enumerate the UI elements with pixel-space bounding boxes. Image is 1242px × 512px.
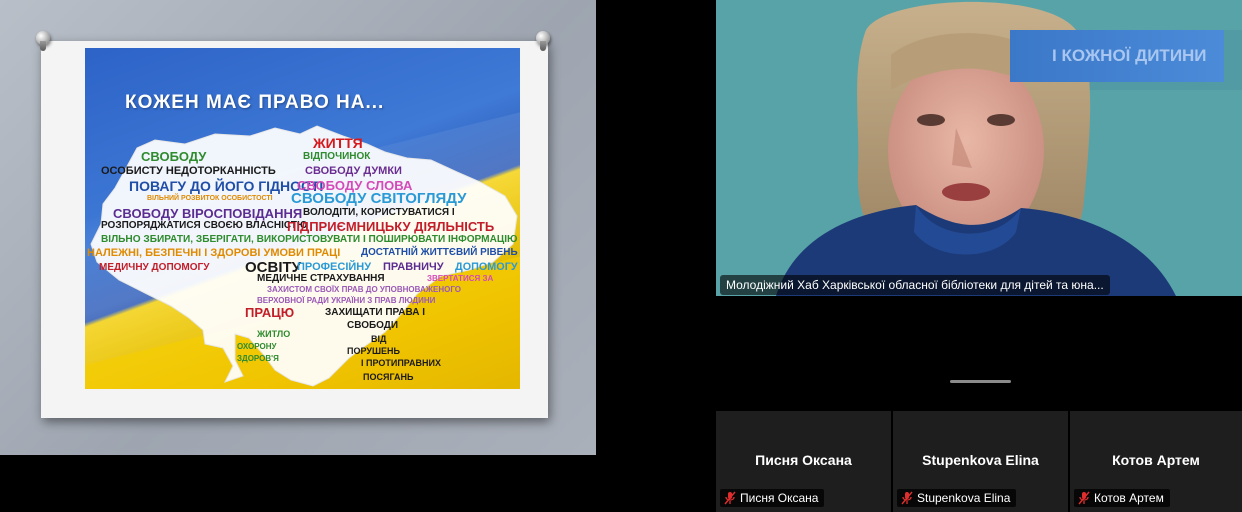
active-speaker-video[interactable]: І КОЖНОЇ ДИТИНИ (716, 0, 1242, 296)
participant-tile[interactable]: Писня Оксана Писня Оксана (716, 411, 891, 512)
participant-name: Stupenkova Elina (922, 452, 1039, 468)
pushpin-icon (36, 31, 50, 51)
poster-word: І ПРОТИПРАВНИХ (361, 358, 441, 368)
poster-word: ВОЛОДІТИ, КОРИСТУВАТИСЯ І (303, 207, 455, 218)
poster-word: ПРАВНИЧУ (383, 261, 444, 273)
poster-word: ЖИТЛО (257, 329, 291, 339)
participant-tile[interactable]: Stupenkova Elina Stupenkova Elina (893, 411, 1068, 512)
participant-name: Котов Артем (1112, 452, 1200, 468)
participant-label-text: Котов Артем (1094, 491, 1164, 505)
poster-word: ВІД (371, 334, 387, 344)
background-banner: І КОЖНОЇ ДИТИНИ (1010, 30, 1224, 82)
poster-word: НАЛЕЖНІ, БЕЗПЕЧНІ І ЗДОРОВІ УМОВИ ПРАЦІ (87, 247, 341, 259)
poster-word: ПОСЯГАНЬ (363, 372, 414, 382)
poster-word: МЕДИЧНЕ СТРАХУВАННЯ (257, 273, 385, 284)
poster-word: ДОПОМОГУ (455, 261, 518, 273)
participant-name: Писня Оксана (755, 452, 852, 468)
poster-word: ЗВЕРТАТИСЯ ЗА (427, 274, 494, 283)
poster-title: КОЖЕН МАЄ ПРАВО НА... (125, 92, 385, 113)
poster-word: ДОСТАТНІЙ ЖИТТЄВИЙ РІВЕНЬ (361, 247, 518, 258)
participant-label: Котов Артем (1074, 489, 1170, 507)
poster-word: ВІЛЬНО ЗБИРАТИ, ЗБЕРІГАТИ, ВИКОРИСТОВУВА… (101, 234, 518, 245)
participant-tile[interactable]: Котов Артем Котов Артем (1070, 411, 1242, 512)
speaker-name-label: Молодіжний Хаб Харківської обласної бібл… (720, 275, 1110, 295)
poster-word: ОХОРОНУ (237, 342, 277, 351)
poster-word: ВЕРХОВНОЇ РАДИ УКРАЇНИ З ПРАВ ЛЮДИНИ (257, 296, 436, 305)
participant-label: Stupenkova Elina (897, 489, 1017, 507)
panel-resize-handle[interactable] (950, 380, 1011, 383)
poster-word: РОЗПОРЯДЖАТИСЯ СВОЄЮ ВЛАСНІСТЮ (101, 220, 308, 231)
poster-word: ЗДОРОВ'Я (237, 354, 279, 363)
poster-word: ПОРУШЕНЬ (347, 346, 400, 356)
pushpin-icon (536, 31, 550, 51)
participant-label-text: Писня Оксана (740, 491, 819, 505)
meeting-window: КОЖЕН МАЄ ПРАВО НА... ЖИТТЯ ВІДПОЧИНОК СВО… (0, 0, 1242, 512)
participant-label-text: Stupenkova Elina (917, 491, 1011, 505)
poster-word: ПРОФЕСІЙНУ (297, 261, 372, 273)
poster-word: СВОБОДУ (141, 149, 207, 164)
poster-word: ОСОБИСТУ НЕДОТОРКАННІСТЬ (101, 165, 276, 177)
poster-word: ПІДПРИЄМНИЦЬКУ ДІЯЛЬНІСТЬ (287, 219, 495, 234)
poster-word: СВОБОДУ ВІРОСПОВІДАННЯ (113, 206, 303, 221)
poster-word: ПРАЦЮ (245, 305, 295, 320)
poster-word: ЗАХИСТОМ СВОЇХ ПРАВ ДО УПОВНОВАЖЕНОГО (267, 285, 461, 294)
mic-muted-icon (901, 491, 913, 505)
poster-word: ЖИТТЯ (313, 135, 363, 151)
poster-word: СВОБОДИ (347, 320, 399, 331)
participant-strip: Писня Оксана Писня Оксана Stupenkova Eli… (716, 411, 1242, 512)
poster-word: ЗАХИЩАТИ ПРАВА І (325, 307, 426, 318)
presentation-slide: КОЖЕН МАЄ ПРАВО НА... ЖИТТЯ ВІДПОЧИНОК СВО… (0, 0, 596, 455)
rights-poster: КОЖЕН МАЄ ПРАВО НА... ЖИТТЯ ВІДПОЧИНОК СВО… (85, 48, 520, 389)
participant-label: Писня Оксана (720, 489, 825, 507)
poster-word: ВІЛЬНИЙ РОЗВИТОК ОСОБИСТОСТІ (147, 195, 273, 202)
mic-muted-icon (1078, 491, 1090, 505)
mic-muted-icon (724, 491, 736, 505)
shared-screen[interactable]: КОЖЕН МАЄ ПРАВО НА... ЖИТТЯ ВІДПОЧИНОК СВО… (0, 0, 697, 455)
poster-word: МЕДИЧНУ ДОПОМОГУ (99, 262, 210, 273)
poster-word: СВОБОДУ СВІТОГЛЯДУ (291, 190, 467, 207)
poster-word: ВІДПОЧИНОК (303, 151, 371, 162)
poster-word: СВОБОДУ ДУМКИ (305, 165, 402, 177)
